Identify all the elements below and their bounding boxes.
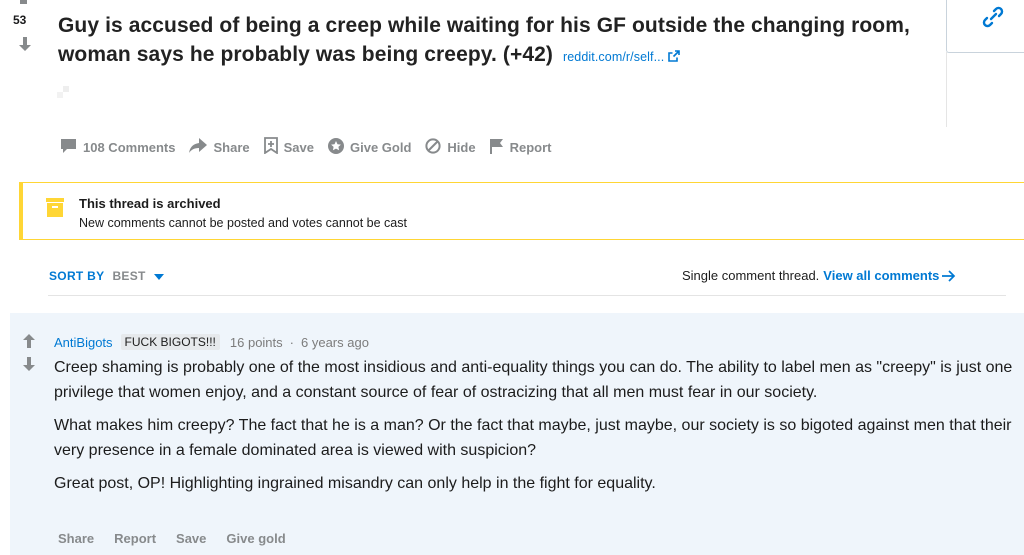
sort-divider: [48, 295, 1006, 296]
comment-save-button[interactable]: Save: [176, 531, 206, 546]
author-flair: FUCK BIGOTS!!!: [120, 334, 220, 350]
give-gold-button[interactable]: Give Gold: [328, 137, 412, 157]
report-label: Report: [509, 139, 552, 155]
comment-paragraph: Creep shaming is probably one of the mos…: [54, 359, 1013, 401]
comments-label: 108 Comments: [83, 139, 176, 155]
thumbnail-divider: [946, 52, 947, 127]
comments-button[interactable]: 108 Comments: [60, 138, 175, 157]
external-link-icon[interactable]: [668, 41, 681, 70]
comment-share-button[interactable]: Share: [58, 531, 94, 546]
sort-label: SORT BY: [49, 269, 105, 283]
flag-icon: [489, 138, 510, 157]
view-all-label[interactable]: View all comments: [823, 268, 939, 283]
comment-points: 16 points: [229, 334, 283, 350]
archived-subtitle: New comments cannot be posted and votes …: [79, 216, 407, 230]
share-label: Share: [213, 139, 250, 155]
comment-report-button[interactable]: Report: [114, 531, 156, 546]
comment-action-bar: Share Report Save Give gold: [58, 531, 306, 546]
post-action-bar: 108 Comments Share Save Give Gold Hide R…: [60, 137, 565, 157]
post-title[interactable]: Guy is accused of being a creep while wa…: [58, 11, 938, 72]
comment-bubble-icon: [60, 138, 83, 157]
save-button[interactable]: Save: [263, 137, 314, 157]
post-score: 53: [13, 13, 27, 27]
meta-separator: ·: [289, 334, 294, 350]
share-button[interactable]: Share: [189, 138, 250, 156]
single-thread-text: Single comment thread.: [682, 268, 820, 283]
share-arrow-icon: [189, 138, 213, 156]
sort-value[interactable]: BEST: [112, 269, 145, 283]
comment-upvote-icon[interactable]: [21, 333, 37, 349]
caret-down-icon[interactable]: [153, 269, 164, 283]
save-label: Save: [283, 139, 314, 155]
post-domain-link[interactable]: reddit.com/r/self...: [563, 50, 664, 64]
comment-downvote-icon[interactable]: [21, 356, 37, 372]
arrow-right-icon[interactable]: [942, 269, 956, 282]
hide-circle-icon: [425, 137, 447, 157]
give-gold-label: Give Gold: [350, 139, 412, 155]
hide-button[interactable]: Hide: [425, 137, 476, 157]
single-thread-note: Single comment thread. View all comments: [682, 268, 956, 283]
gold-star-icon: [328, 137, 350, 157]
archived-title: This thread is archived: [79, 196, 221, 211]
upvote-partial-icon[interactable]: [20, 0, 27, 4]
view-all-comments-link[interactable]: View all comments: [823, 268, 956, 283]
link-chain-icon: [981, 5, 1005, 34]
comment-author-link[interactable]: AntiBigots: [54, 335, 113, 350]
bookmark-plus-icon: [263, 137, 284, 157]
comment-body: Creep shaming is probably one of the mos…: [54, 355, 1014, 504]
comment-give-gold-button[interactable]: Give gold: [226, 531, 285, 546]
archive-box-icon: [46, 198, 64, 223]
hide-label: Hide: [447, 139, 476, 155]
comment-paragraph: Great post, OP! Highlighting ingrained m…: [54, 475, 656, 492]
downvote-icon[interactable]: [17, 36, 33, 52]
archived-notice: This thread is archived New comments can…: [19, 182, 1024, 240]
comment-header: AntiBigots FUCK BIGOTS!!! 16 points · 6 …: [54, 334, 369, 350]
comment-paragraph: What makes him creepy? The fact that he …: [54, 417, 1012, 459]
report-button[interactable]: Report: [489, 138, 552, 157]
post-title-text[interactable]: Guy is accused of being a creep while wa…: [58, 14, 910, 66]
sort-dropdown[interactable]: SORT BY BEST: [49, 269, 164, 283]
link-thumbnail[interactable]: [946, 0, 1024, 53]
comment-age[interactable]: 6 years ago: [301, 335, 369, 350]
